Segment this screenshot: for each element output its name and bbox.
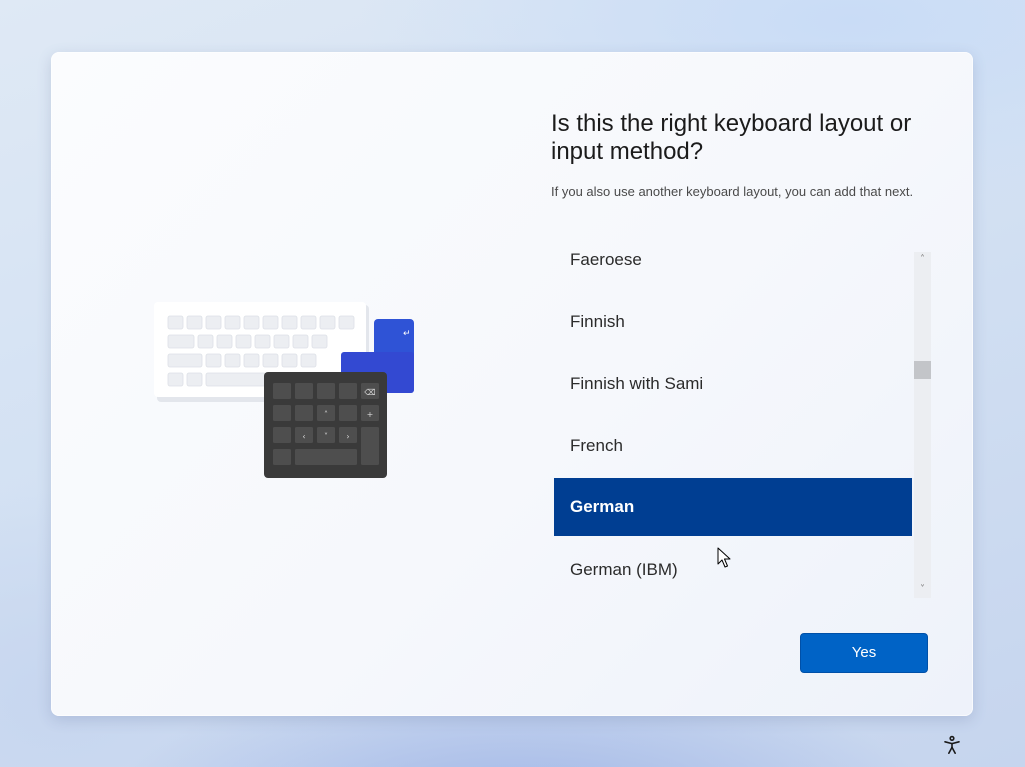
setup-card: ↵ ⌫ + ˄ ‹ ˅ › Is this the right keyboard…	[51, 52, 973, 716]
list-scrollbar[interactable]: ˄ ˅	[914, 252, 931, 598]
svg-text:›: ›	[346, 432, 349, 441]
keyboard-layout-list[interactable]: Faeroese Finnish Finnish with Sami Frenc…	[554, 252, 912, 598]
chevron-up-icon[interactable]: ˄	[914, 252, 931, 268]
svg-text:˄: ˄	[324, 410, 328, 419]
page-title: Is this the right keyboard layout or inp…	[551, 110, 912, 165]
svg-text:⌫: ⌫	[364, 388, 375, 397]
list-item-german[interactable]: German	[554, 478, 912, 536]
list-item-faeroese[interactable]: Faeroese	[554, 252, 912, 289]
yes-button[interactable]: Yes	[800, 633, 928, 673]
list-item-finnish[interactable]: Finnish	[554, 293, 912, 351]
list-item-french[interactable]: French	[554, 417, 912, 475]
list-item-german-ibm[interactable]: German (IBM)	[554, 541, 912, 598]
svg-text:˅: ˅	[324, 432, 328, 441]
chevron-down-icon[interactable]: ˅	[914, 582, 931, 598]
svg-text:‹: ‹	[302, 432, 305, 441]
list-item-finnish-with-sami[interactable]: Finnish with Sami	[554, 355, 912, 413]
keyboard-illustration-icon: ↵ ⌫ + ˄ ‹ ˅ ›	[154, 302, 414, 478]
page-subtitle: If you also use another keyboard layout,…	[551, 184, 914, 199]
svg-text:↵: ↵	[403, 329, 411, 339]
svg-text:+: +	[367, 410, 374, 419]
mouse-pointer-icon	[717, 547, 731, 568]
scrollbar-thumb[interactable]	[914, 361, 931, 379]
accessibility-icon[interactable]	[942, 735, 962, 755]
